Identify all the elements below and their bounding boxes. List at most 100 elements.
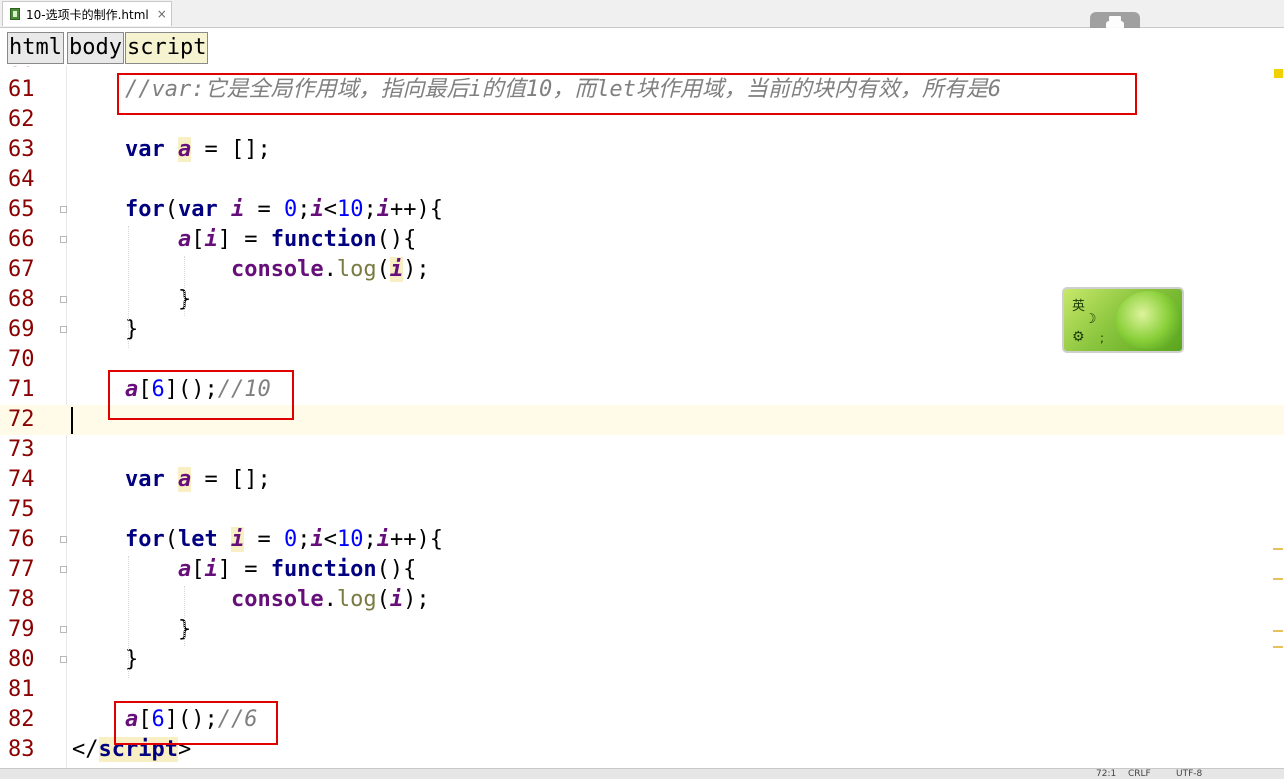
- code-line[interactable]: 78 console.log(i);: [0, 585, 1284, 615]
- line-number: 64: [8, 167, 35, 192]
- breadcrumb-script[interactable]: script: [125, 32, 209, 64]
- code-token: 10: [336, 197, 364, 222]
- code-line[interactable]: 73: [0, 435, 1284, 465]
- code-token: a: [177, 227, 192, 252]
- fold-marker-icon[interactable]: [60, 236, 67, 243]
- breadcrumb-html[interactable]: html: [7, 32, 64, 64]
- code-token: i: [230, 527, 245, 552]
- line-number: 68: [8, 287, 35, 312]
- fold-marker-icon[interactable]: [60, 296, 67, 303]
- code-line[interactable]: 63 var a = [];: [0, 135, 1284, 165]
- file-status-marker[interactable]: [1274, 69, 1283, 78]
- code-token: (: [164, 527, 178, 552]
- code-token: a: [177, 557, 192, 582]
- code-token: a: [177, 467, 192, 492]
- ime-punct-label[interactable]: ;: [1100, 331, 1104, 345]
- line-number: 75: [8, 497, 35, 522]
- code-token: <: [323, 197, 337, 222]
- line-number: 73: [8, 437, 35, 462]
- code-text: var a = [];: [72, 465, 271, 495]
- error-stripe[interactable]: [1272, 66, 1284, 768]
- moon-icon[interactable]: ☽: [1088, 311, 1096, 327]
- code-text: a[i] = function(){: [72, 555, 416, 585]
- ime-input-widget[interactable]: 英 ☽ ⚙ ;: [1062, 287, 1184, 353]
- fold-marker-icon[interactable]: [60, 656, 67, 663]
- code-line[interactable]: 77 a[i] = function(){: [0, 555, 1284, 585]
- code-token: function: [270, 557, 377, 582]
- fold-marker-icon[interactable]: [60, 326, 67, 333]
- code-token: i: [376, 197, 390, 222]
- code-token: i: [376, 527, 390, 552]
- scroll-marker[interactable]: [1273, 646, 1283, 648]
- code-token: =: [244, 527, 284, 552]
- html-file-icon: [10, 8, 20, 20]
- fold-marker-icon[interactable]: [60, 206, 67, 213]
- text-caret: [71, 407, 73, 434]
- indent-guide: [128, 556, 129, 678]
- fold-marker-icon[interactable]: [60, 566, 67, 573]
- fold-marker-icon[interactable]: [60, 536, 67, 543]
- code-token: ;: [297, 197, 311, 222]
- indent-guide: [128, 226, 129, 348]
- line-number: 72: [8, 407, 35, 432]
- line-number: 78: [8, 587, 35, 612]
- code-token: (){: [376, 557, 417, 582]
- tab-10-html[interactable]: 10-选项卡的制作.html ×: [2, 1, 172, 26]
- ime-mode-label[interactable]: 英: [1072, 295, 1085, 314]
- line-number: 67: [8, 257, 35, 282]
- code-line[interactable]: 74 var a = [];: [0, 465, 1284, 495]
- code-text: }: [72, 615, 191, 645]
- line-number: 65: [8, 197, 35, 222]
- code-line[interactable]: 79 }: [0, 615, 1284, 645]
- indent-guide: [184, 256, 185, 316]
- code-token: (){: [376, 227, 417, 252]
- code-token: );: [403, 587, 430, 612]
- code-token: console: [230, 257, 324, 282]
- code-token: let: [177, 527, 218, 552]
- gear-icon[interactable]: ⚙: [1072, 329, 1085, 345]
- line-number: 81: [8, 677, 35, 702]
- code-token: );: [403, 257, 430, 282]
- tab-title: 10-选项卡的制作.html: [26, 7, 149, 22]
- scroll-marker[interactable]: [1273, 630, 1283, 632]
- close-tab-icon[interactable]: ×: [157, 7, 167, 21]
- code-token: 0: [283, 527, 298, 552]
- code-line[interactable]: 80 }: [0, 645, 1284, 675]
- scroll-marker[interactable]: [1273, 548, 1283, 550]
- code-line[interactable]: 65 for(var i = 0;i<10;i++){: [0, 195, 1284, 225]
- fold-marker-icon[interactable]: [60, 626, 67, 633]
- code-token: ] =: [217, 227, 271, 252]
- code-line[interactable]: 64: [0, 165, 1284, 195]
- code-token: log: [336, 257, 377, 282]
- line-number: 71: [8, 377, 35, 402]
- code-text: var a = [];: [72, 135, 271, 165]
- code-token: ;: [297, 527, 311, 552]
- code-token: log: [336, 587, 377, 612]
- code-text: }: [72, 285, 191, 315]
- code-line[interactable]: 67 console.log(i);: [0, 255, 1284, 285]
- code-token: (: [164, 197, 178, 222]
- code-token: = [];: [191, 137, 271, 162]
- code-token: console: [230, 587, 324, 612]
- code-token: i: [389, 257, 404, 282]
- breadcrumb-body[interactable]: body: [67, 32, 124, 64]
- scroll-marker[interactable]: [1273, 578, 1283, 580]
- code-text: console.log(i);: [72, 585, 430, 615]
- code-line[interactable]: 75: [0, 495, 1284, 525]
- code-token: <: [323, 527, 337, 552]
- code-line[interactable]: 76 for(let i = 0;i<10;i++){: [0, 525, 1284, 555]
- code-token: = [];: [191, 467, 271, 492]
- line-number: 70: [8, 347, 35, 372]
- annotation-box-result-6: [114, 701, 278, 745]
- code-token: i: [204, 227, 218, 252]
- line-number: 69: [8, 317, 35, 342]
- code-line[interactable]: 66 a[i] = function(){: [0, 225, 1284, 255]
